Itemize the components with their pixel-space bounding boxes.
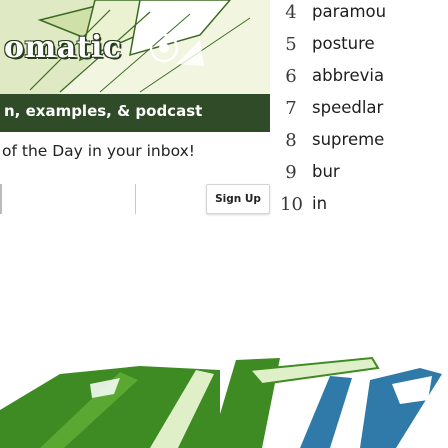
list-item-word[interactable]: supreme: [312, 130, 384, 149]
list-item[interactable]: 6 abbrevia: [280, 66, 448, 94]
list-item-word[interactable]: speedlar: [312, 98, 383, 117]
word-list: 4 paramou 5 posture 6 abbrevia 7 speedla…: [280, 0, 448, 230]
list-item-word[interactable]: bur: [312, 162, 340, 181]
input-edge-divider: [0, 184, 2, 214]
list-item-word[interactable]: abbrevia: [312, 66, 384, 85]
list-item[interactable]: 10 in: [280, 194, 448, 222]
newsletter-prompt: of the Day in your inbox!: [2, 142, 195, 160]
banner-subtitle: n, examples, & podcast: [0, 94, 270, 132]
list-item-number: 7: [285, 98, 297, 119]
list-item-number: 9: [285, 162, 297, 183]
signup-button[interactable]: Sign Up: [206, 184, 270, 214]
list-item[interactable]: 4 paramou: [280, 2, 448, 30]
list-item-word[interactable]: posture: [312, 34, 375, 53]
list-item-number: 10: [280, 194, 303, 215]
promo-banner[interactable]: omatic n, examples, & podcast: [0, 0, 270, 132]
list-item-number: 5: [285, 34, 297, 55]
list-item[interactable]: 9 bur: [280, 162, 448, 190]
list-item-word[interactable]: paramou: [312, 2, 386, 21]
list-item[interactable]: 7 speedlar: [280, 98, 448, 126]
bottom-illustration: [0, 340, 448, 448]
list-item[interactable]: 5 posture: [280, 34, 448, 62]
list-item-word[interactable]: in: [312, 194, 327, 213]
email-field[interactable]: [0, 184, 136, 214]
list-item-number: 6: [285, 66, 297, 87]
banner-wordmark: omatic: [4, 30, 122, 65]
list-item[interactable]: 8 supreme: [280, 130, 448, 158]
list-item-number: 8: [285, 130, 297, 151]
list-item-number: 4: [285, 2, 297, 23]
